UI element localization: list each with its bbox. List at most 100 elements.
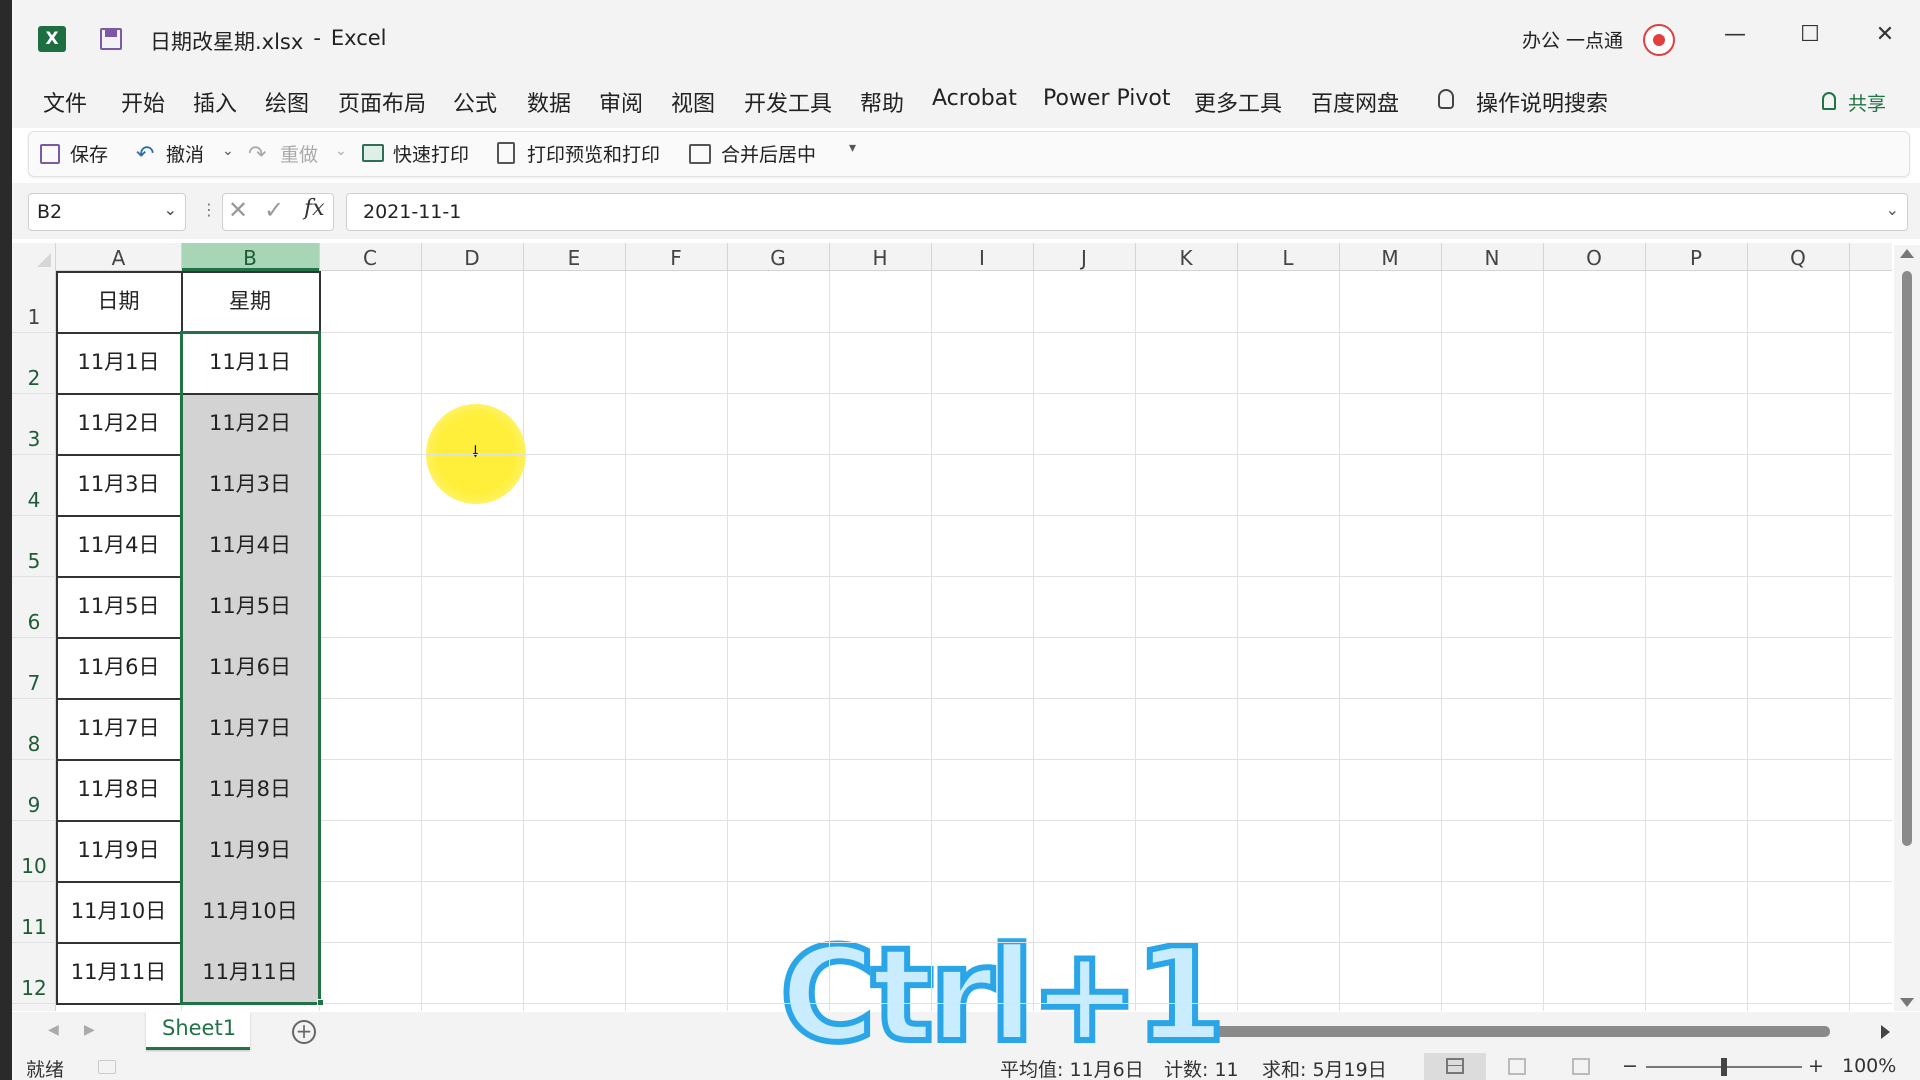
- row-header-5[interactable]: 5: [14, 549, 54, 573]
- column-header-b[interactable]: B: [181, 246, 319, 270]
- sheet-nav-prev-icon[interactable]: ◀: [48, 1022, 59, 1038]
- column-header-q[interactable]: Q: [1747, 246, 1849, 270]
- scroll-up-icon[interactable]: [1900, 249, 1914, 258]
- row-header-7[interactable]: 7: [14, 671, 54, 695]
- avatar[interactable]: [1643, 24, 1675, 56]
- tab-review[interactable]: 审阅: [599, 86, 643, 118]
- cancel-formula-icon[interactable]: ✕: [228, 196, 248, 224]
- column-header-l[interactable]: L: [1237, 246, 1339, 270]
- cell-a12[interactable]: 11月11日: [56, 942, 181, 1003]
- sheet-nav-next-icon[interactable]: ▶: [84, 1022, 95, 1038]
- qat-redo-button[interactable]: 重做: [280, 140, 318, 167]
- row-header-8[interactable]: 8: [14, 732, 54, 756]
- tab-insert[interactable]: 插入: [193, 86, 237, 118]
- column-header-k[interactable]: K: [1135, 246, 1237, 270]
- tab-data[interactable]: 数据: [527, 86, 571, 118]
- minimize-button[interactable]: —: [1720, 22, 1750, 47]
- column-header-i[interactable]: I: [931, 246, 1033, 270]
- page-layout-view-icon[interactable]: [1508, 1058, 1526, 1075]
- user-name[interactable]: 办公 一点通: [1522, 26, 1623, 53]
- tab-more-tools[interactable]: 更多工具: [1194, 86, 1282, 118]
- row-header-6[interactable]: 6: [14, 610, 54, 634]
- undo-dropdown-icon[interactable]: ⌄: [222, 143, 234, 159]
- column-header-p[interactable]: P: [1645, 246, 1747, 270]
- cell-a11[interactable]: 11月10日: [56, 881, 181, 942]
- tab-help[interactable]: 帮助: [860, 86, 904, 118]
- cell-a8[interactable]: 11月7日: [56, 698, 181, 759]
- header-cell-a1[interactable]: 日期: [56, 271, 181, 332]
- zoom-in-button[interactable]: +: [1808, 1055, 1824, 1077]
- row-header-1[interactable]: 1: [14, 305, 54, 329]
- tab-baidu-netdisk[interactable]: 百度网盘: [1311, 86, 1399, 118]
- horizontal-scrollbar[interactable]: [1178, 1018, 1898, 1044]
- cell-a2[interactable]: 11月1日: [56, 332, 181, 393]
- row-header-12[interactable]: 12: [14, 976, 54, 1000]
- tab-developer[interactable]: 开发工具: [744, 86, 832, 118]
- tab-formulas[interactable]: 公式: [453, 86, 497, 118]
- cell-a4[interactable]: 11月3日: [56, 454, 181, 515]
- qat-print-preview-button[interactable]: 打印预览和打印: [527, 140, 660, 167]
- expand-formula-icon[interactable]: ⌄: [1886, 200, 1899, 219]
- close-button[interactable]: ✕: [1870, 22, 1900, 47]
- column-header-m[interactable]: M: [1339, 246, 1441, 270]
- horizontal-scroll-thumb[interactable]: [1206, 1026, 1830, 1037]
- cell-a10[interactable]: 11月9日: [56, 820, 181, 881]
- row-header-11[interactable]: 11: [14, 915, 54, 939]
- row-header-2[interactable]: 2: [14, 366, 54, 390]
- zoom-slider-thumb[interactable]: [1721, 1058, 1727, 1076]
- fill-handle[interactable]: [317, 999, 324, 1006]
- save-icon[interactable]: [100, 28, 122, 50]
- insert-function-button[interactable]: fx: [304, 196, 325, 221]
- sheet-tab-sheet1[interactable]: Sheet1: [146, 1012, 250, 1050]
- column-header-h[interactable]: H: [829, 246, 931, 270]
- qat-quick-print-button[interactable]: 快速打印: [393, 140, 469, 167]
- tab-power-pivot[interactable]: Power Pivot: [1043, 86, 1171, 111]
- cell-a5[interactable]: 11月4日: [56, 515, 181, 576]
- row-header-10[interactable]: 10: [14, 854, 54, 878]
- zoom-level[interactable]: 100%: [1842, 1055, 1896, 1077]
- column-header-a[interactable]: A: [56, 246, 181, 270]
- vertical-scrollbar[interactable]: [1894, 245, 1920, 1011]
- cell-a6[interactable]: 11月5日: [56, 576, 181, 637]
- add-sheet-button[interactable]: +: [292, 1020, 316, 1044]
- formula-bar-grip-icon[interactable]: ⋮: [201, 200, 217, 219]
- tab-home[interactable]: 开始: [121, 86, 165, 118]
- column-header-g[interactable]: G: [727, 246, 829, 270]
- tell-me-search[interactable]: 操作说明搜索: [1476, 86, 1608, 118]
- qat-merge-center-button[interactable]: 合并后居中: [721, 140, 816, 167]
- vertical-scroll-thumb[interactable]: [1902, 271, 1912, 846]
- enter-formula-icon[interactable]: ✓: [264, 196, 284, 224]
- column-header-n[interactable]: N: [1441, 246, 1543, 270]
- normal-view-button[interactable]: [1424, 1053, 1486, 1080]
- accessibility-icon[interactable]: [98, 1060, 116, 1074]
- column-header-e[interactable]: E: [523, 246, 625, 270]
- formula-input[interactable]: 2021-11-1 ⌄: [346, 193, 1908, 231]
- column-header-j[interactable]: J: [1033, 246, 1135, 270]
- zoom-slider[interactable]: [1646, 1058, 1802, 1076]
- column-header-c[interactable]: C: [319, 246, 421, 270]
- column-header-o[interactable]: O: [1543, 246, 1645, 270]
- header-cell-b1[interactable]: 星期: [181, 271, 319, 332]
- status-sum[interactable]: 求和: 5月19日: [1262, 1055, 1387, 1080]
- share-button[interactable]: 共享: [1848, 89, 1886, 116]
- scroll-down-icon[interactable]: [1900, 998, 1914, 1007]
- page-break-view-icon[interactable]: [1572, 1058, 1590, 1075]
- qat-undo-button[interactable]: 撤消: [166, 140, 204, 167]
- cell-a7[interactable]: 11月6日: [56, 637, 181, 698]
- column-header-f[interactable]: F: [625, 246, 727, 270]
- qat-save-button[interactable]: 保存: [70, 140, 108, 167]
- chevron-down-icon[interactable]: ⌄: [164, 200, 177, 219]
- zoom-out-button[interactable]: −: [1622, 1055, 1638, 1077]
- name-box[interactable]: B2 ⌄: [28, 193, 186, 231]
- row-header-3[interactable]: 3: [14, 427, 54, 451]
- tab-acrobat[interactable]: Acrobat: [932, 86, 1017, 111]
- tab-draw[interactable]: 绘图: [265, 86, 309, 118]
- redo-dropdown-icon[interactable]: ⌄: [335, 143, 347, 159]
- cell-a3[interactable]: 11月2日: [56, 393, 181, 454]
- customize-qat-icon[interactable]: ▾: [849, 140, 856, 156]
- tab-file[interactable]: 文件: [43, 86, 87, 118]
- maximize-button[interactable]: ☐: [1795, 22, 1825, 47]
- cell-a9[interactable]: 11月8日: [56, 759, 181, 820]
- row-header-9[interactable]: 9: [14, 793, 54, 817]
- column-header-d[interactable]: D: [421, 246, 523, 270]
